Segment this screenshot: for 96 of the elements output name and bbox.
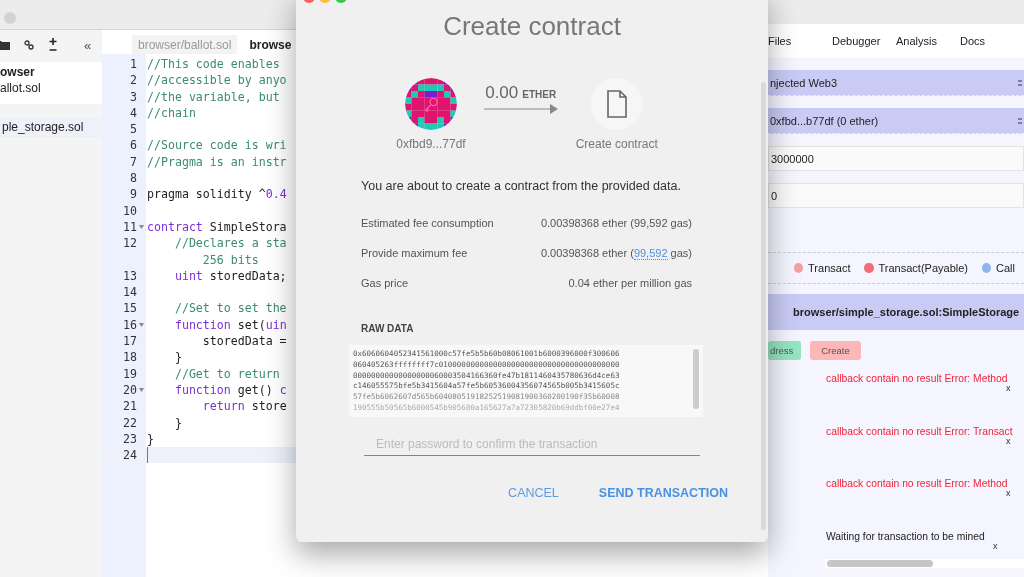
line-number: 10 [123,202,138,219]
legend-label: Transact(Payable) [878,262,968,274]
contract-header: browser/simple_storage.sol:SimpleStorage [768,294,1024,330]
detail-label: Provide maximum fee [361,246,468,261]
code-line: //chain [147,104,196,122]
code-line: //Set to set the [173,300,287,317]
gas-limit-field[interactable]: 3000000 [768,146,1024,171]
code-line: //Declares a sta 256 bits [173,235,287,268]
code-line: //the variable, but [147,88,280,105]
fold-arrow-icon[interactable] [139,387,144,392]
panel-tab[interactable]: Analysis [896,35,960,47]
code-line: return store [201,398,287,415]
environment-select[interactable]: njected Web3 [768,70,1024,96]
file-item[interactable]: allot.sol [0,80,102,104]
code-line: //Pragma is an instr [147,153,287,171]
dropdown-icon [1018,116,1022,125]
line-number: 15 [123,300,138,317]
detail-value: 0.00398368 ether (99,592 gas) [540,246,692,261]
panel-tab[interactable]: Debugger [832,35,896,47]
code-line: //Source code is wri [147,137,287,154]
plus-minus-icon[interactable] [48,38,58,52]
text-cursor [147,447,148,464]
collapse-icon[interactable]: « [84,38,92,52]
close-icon[interactable]: x [1006,383,1011,393]
line-number: 16 [123,316,138,334]
line-number: 13 [123,267,138,285]
code-line: uint storedData; [173,267,287,285]
dropdown-icon [1018,78,1022,87]
error-message: callback contain no result Error: Method [826,372,1008,384]
code-line: function get() c [173,381,287,399]
value-field[interactable]: 0 [768,183,1024,208]
legend-label: Transact [808,262,851,274]
code-line: pragma solidity ^0.4 [147,186,287,203]
code-line: contract SimpleStora [147,218,287,236]
identicon-drawing [404,78,457,130]
code-line: function set(uin [173,316,287,334]
folder-icon[interactable] [0,40,10,50]
panel-tab[interactable]: Docs [960,35,1024,47]
raw-data-heading: RAW DATA [361,323,414,334]
amount-unit: ETHER [522,89,557,100]
line-number: 8 [130,170,138,187]
code-line: } [147,430,154,448]
create-button[interactable]: Create [810,341,861,360]
code-line: storedData = [201,333,287,350]
account-select[interactable]: 0xfbd...b77df (0 ether) [768,108,1024,134]
line-number: 2 [130,72,138,89]
code-line: //This code enables [147,56,280,73]
code-line: //Get to return [173,365,280,382]
line-number: 11 [123,218,138,236]
line-number: 19 [123,365,138,382]
line-number: 14 [123,284,138,301]
line-number: 6 [130,137,138,154]
detail-value: 0.04 ether per million gas [568,276,692,291]
detail-label: Estimated fee consumption [361,216,494,231]
line-number: 3 [130,88,138,105]
scrollbar[interactable] [761,82,766,530]
error-message: callback contain no result Error: Transact [826,425,1013,437]
line-number: 9 [130,186,138,203]
line-number: 18 [123,349,138,366]
right-arrow-icon [483,103,558,115]
confirmation-message: You are about to create a contract from the provided data. [361,179,681,193]
line-number: 22 [123,414,138,431]
amount-value: 0.00 [485,83,519,103]
folder-item[interactable]: owser [0,62,102,80]
link-icon[interactable] [24,40,34,50]
code-line: } [173,414,182,431]
line-number: 12 [123,235,138,252]
line-number: 17 [123,333,138,350]
dialog-title: Create contract [443,11,621,42]
file-item[interactable]: ple_storage.sol [0,118,102,137]
scrollbar-thumb[interactable] [693,349,699,409]
close-icon[interactable]: x [1006,488,1011,499]
fold-arrow-icon[interactable] [139,224,144,229]
scrollbar-thumb[interactable] [827,559,933,567]
code-line: //accessible by anyo [147,72,287,89]
detail-value: 0.00398368 ether (99,592 gas) [540,216,692,231]
panel-tab[interactable]: Files [768,35,832,47]
fold-arrow-icon[interactable] [139,322,144,327]
detail-label: Gas price [361,276,409,291]
line-number: 20 [123,381,138,399]
line-number: 23 [123,430,138,448]
at-address-button[interactable]: dress [768,341,802,360]
code-line: } [173,349,182,366]
close-icon[interactable]: x [993,541,998,552]
legend-label: Call [996,262,1015,274]
error-message: callback contain no result Error: Method [826,478,1008,490]
status-message: Waiting for transaction to be mined [826,530,985,542]
recipient-label: Create contract [575,137,658,151]
line-number: 24 [123,447,138,464]
line-number: 5 [130,121,138,138]
from-address: 0xfbd9...77df [396,137,466,151]
line-number: 21 [123,398,138,415]
line-number: 1 [130,56,138,73]
line-number: 7 [130,153,138,171]
line-number: 4 [130,104,138,122]
close-icon[interactable]: x [1006,435,1011,446]
